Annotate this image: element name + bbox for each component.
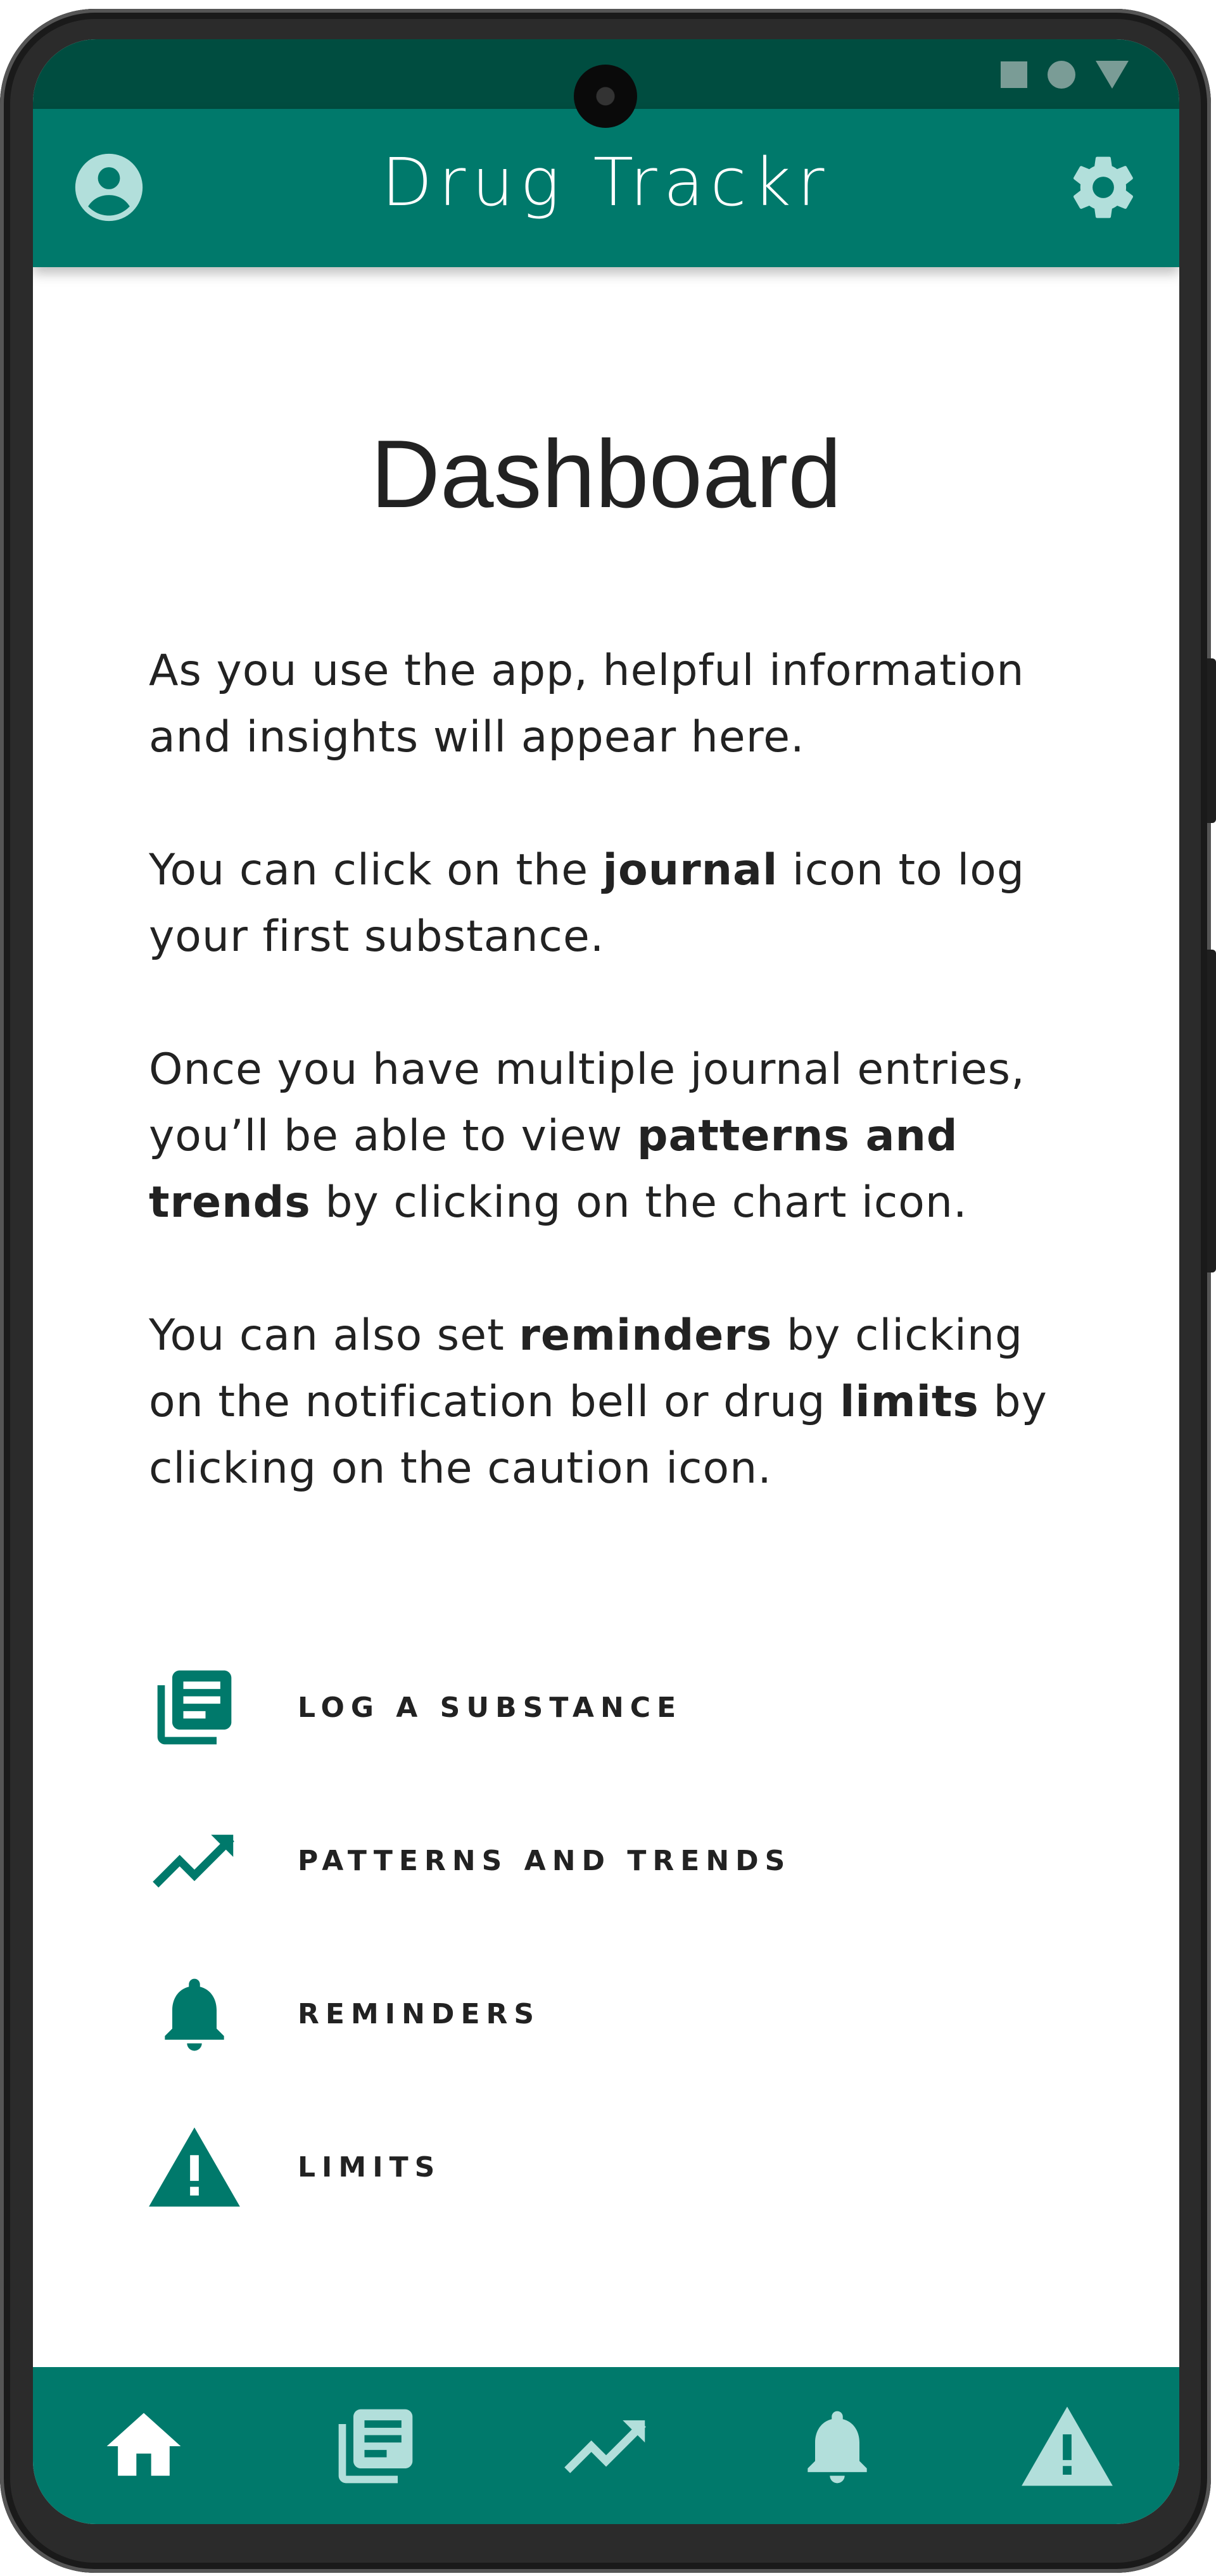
- gear-icon[interactable]: [1067, 151, 1140, 224]
- nav-journal[interactable]: [328, 2399, 423, 2494]
- feature-limits[interactable]: LIMITS: [147, 2120, 1034, 2215]
- intro-paragraph-2: You can click on the journal icon to log…: [149, 837, 1067, 970]
- feature-list: LOG A SUBSTANCE PATTERNS AND TRENDS REMI…: [147, 1660, 1034, 2273]
- warning-icon: [1022, 2406, 1113, 2486]
- nav-home[interactable]: [96, 2399, 191, 2494]
- feature-label: LOG A SUBSTANCE: [298, 1691, 683, 1724]
- trend-chart-icon: [147, 1813, 242, 1908]
- intro-paragraph-1: As you use the app, helpful information …: [149, 646, 1025, 762]
- feature-label: LIMITS: [298, 2151, 441, 2183]
- intro-text: As you use the app, helpful information …: [149, 638, 1067, 1568]
- text-span: You can also set: [149, 1310, 519, 1360]
- text-span: You can click on the: [149, 845, 603, 895]
- bell-icon: [808, 2411, 867, 2484]
- app-bar: Drug Trackr: [33, 109, 1179, 267]
- app-title: Drug Trackr: [381, 144, 831, 221]
- bell-icon: [147, 1966, 242, 2061]
- home-icon: [106, 2413, 181, 2476]
- trend-chart-icon: [564, 2420, 646, 2473]
- text-span: by clicking on the chart icon.: [310, 1178, 968, 1228]
- journal-icon: [338, 2409, 413, 2484]
- nav-reminders[interactable]: [790, 2399, 885, 2494]
- feature-label: PATTERNS AND TRENDS: [298, 1844, 792, 1877]
- bottom-nav: [33, 2367, 1179, 2524]
- feature-label: REMINDERS: [298, 1997, 541, 2030]
- feature-log-substance[interactable]: LOG A SUBSTANCE: [147, 1660, 1034, 1755]
- nav-patterns[interactable]: [559, 2399, 654, 2494]
- bold-journal: journal: [602, 845, 778, 895]
- front-camera: [574, 65, 637, 128]
- recent-apps-status-icon: [1001, 61, 1027, 88]
- feature-patterns-trends[interactable]: PATTERNS AND TRENDS: [147, 1813, 1034, 1908]
- warning-icon: [147, 2120, 242, 2215]
- phone-screen: Drug Trackr Dashboard As you use the app…: [33, 39, 1179, 2524]
- nav-limits[interactable]: [1020, 2399, 1115, 2494]
- intro-paragraph-4: You can also set reminders by clicking o…: [149, 1302, 1067, 1502]
- volume-button: [1207, 658, 1216, 823]
- intro-paragraph-3: Once you have multiple journal entries, …: [149, 1036, 1067, 1236]
- bold-reminders: reminders: [519, 1310, 773, 1360]
- bold-limits: limits: [840, 1377, 979, 1427]
- home-status-icon: [1048, 61, 1075, 89]
- feature-reminders[interactable]: REMINDERS: [147, 1966, 1034, 2061]
- journal-icon: [147, 1660, 242, 1755]
- back-status-icon: [1096, 61, 1129, 89]
- power-button: [1207, 950, 1216, 1272]
- status-icons: [1001, 61, 1129, 89]
- page-title: Dashboard: [370, 420, 842, 528]
